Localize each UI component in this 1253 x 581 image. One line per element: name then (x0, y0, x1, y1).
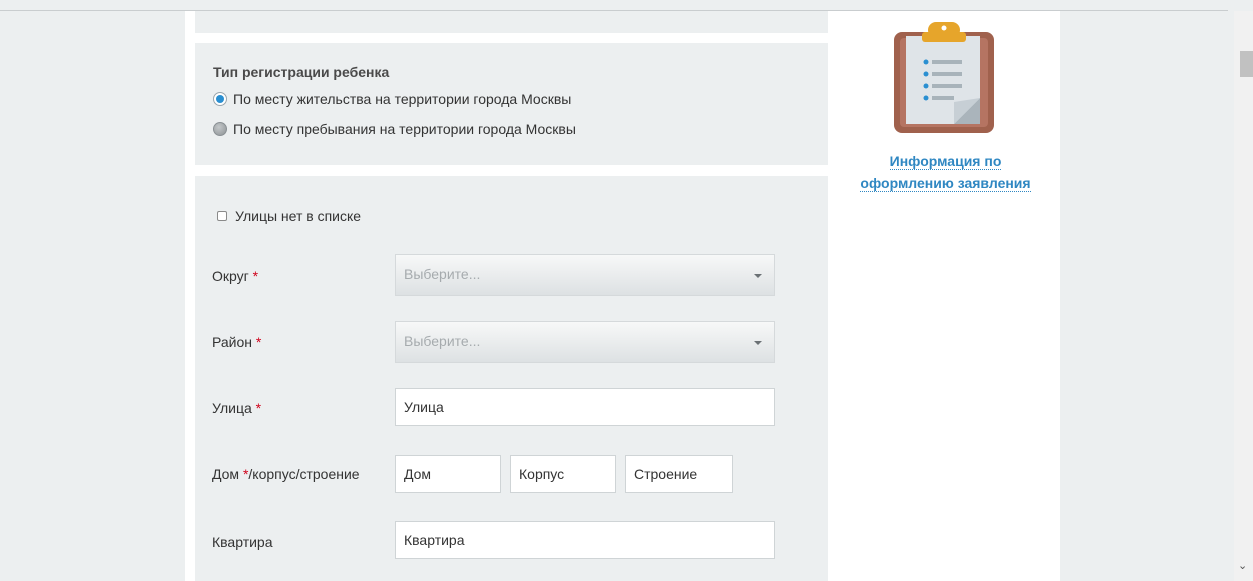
no-street-label: Улицы нет в списке (235, 208, 362, 224)
registration-type-panel: Тип регистрации ребенка По месту жительс… (195, 43, 828, 165)
checkbox-icon[interactable] (217, 211, 227, 221)
radio-residence[interactable]: По месту жительства на территории города… (213, 91, 571, 107)
info-link-line1[interactable]: Информация по (889, 153, 1002, 170)
vertical-scrollbar[interactable]: ⌄ (1234, 11, 1253, 581)
previous-section-panel (195, 11, 828, 33)
rayon-placeholder: Выберите... (404, 333, 481, 349)
radio-stay-label: По месту пребывания на территории города… (233, 121, 576, 137)
radio-residence-label: По месту жительства на территории города… (233, 91, 572, 107)
house-label: Дом */корпус/строение (212, 466, 360, 482)
okrug-label: Округ * (212, 268, 259, 284)
street-input[interactable]: Улица (395, 388, 775, 426)
scrollbar-thumb[interactable] (1240, 51, 1253, 77)
clipboard-list-icon[interactable] (894, 22, 994, 133)
radio-selected-icon[interactable] (213, 92, 227, 106)
house-input[interactable]: Дом (395, 455, 501, 493)
street-label: Улица * (212, 400, 262, 416)
rayon-select[interactable]: Выберите... (395, 321, 775, 363)
chevron-down-icon (754, 274, 762, 278)
scroll-down-arrow-icon[interactable]: ⌄ (1238, 559, 1247, 572)
info-link-line2[interactable]: оформлению заявления (860, 175, 1031, 192)
okrug-select[interactable]: Выберите... (395, 254, 775, 296)
apartment-input[interactable]: Квартира (395, 521, 775, 559)
apartment-placeholder: Квартира (404, 532, 465, 548)
house-placeholder: Дом (404, 466, 432, 482)
korpus-placeholder: Корпус (519, 466, 565, 482)
street-placeholder: Улица (404, 399, 444, 415)
radio-stay[interactable]: По месту пребывания на территории города… (213, 121, 576, 137)
required-mark: * (255, 400, 262, 416)
required-mark: * (255, 334, 262, 350)
registration-type-title: Тип регистрации ребенка (213, 64, 390, 80)
rayon-label: Район * (212, 334, 262, 350)
korpus-input[interactable]: Корпус (510, 455, 616, 493)
application-info-link[interactable]: Информация по оформлению заявления (858, 150, 1033, 194)
apartment-label: Квартира (212, 534, 273, 550)
radio-unselected-icon[interactable] (213, 122, 227, 136)
required-mark: * (252, 268, 259, 284)
okrug-placeholder: Выберите... (404, 266, 481, 282)
no-street-checkbox[interactable]: Улицы нет в списке (217, 208, 361, 224)
stroenie-placeholder: Строение (634, 466, 698, 482)
chevron-down-icon (754, 341, 762, 345)
address-panel: Улицы нет в списке Округ * Выберите... Р… (195, 176, 828, 581)
stroenie-input[interactable]: Строение (625, 455, 733, 493)
